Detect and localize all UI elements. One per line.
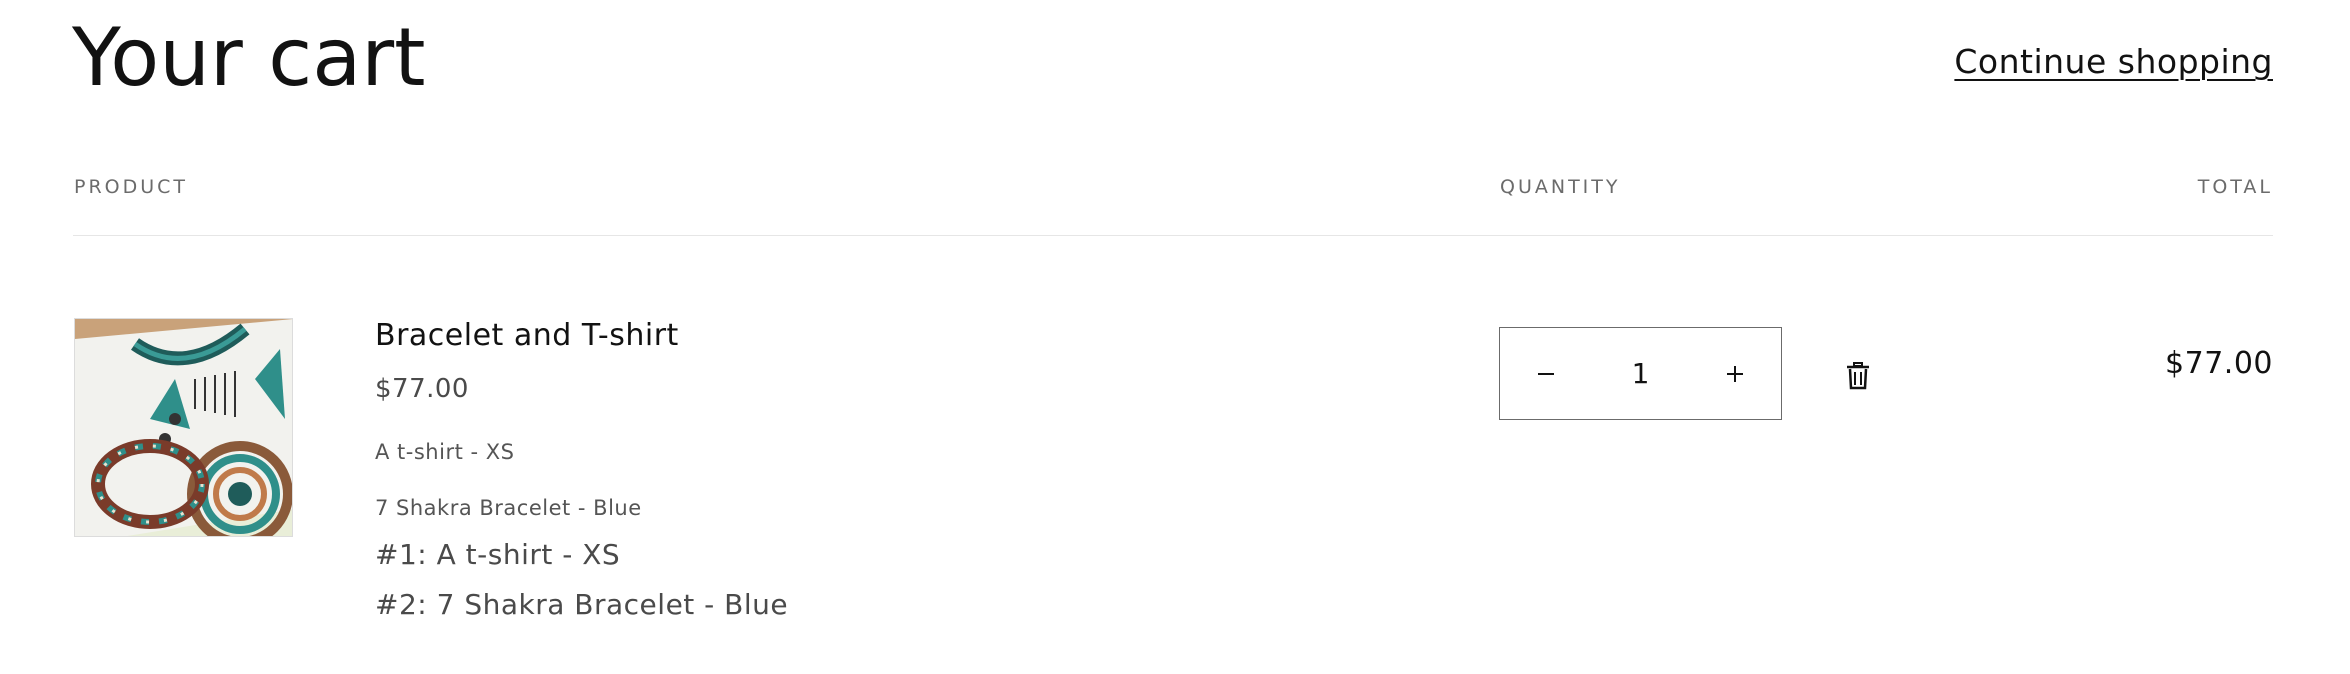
product-option: 7 Shakra Bracelet - Blue: [375, 496, 642, 520]
product-image-illustration: [75, 319, 292, 536]
bundle-line: #2: 7 Shakra Bracelet - Blue: [375, 588, 789, 621]
cart-page: Your cart Continue shopping PRODUCT QUAN…: [0, 0, 2350, 674]
product-option: A t-shirt - XS: [375, 440, 515, 464]
column-header-product: PRODUCT: [74, 176, 189, 198]
product-thumbnail[interactable]: [74, 318, 293, 537]
plus-icon: [1727, 365, 1743, 382]
column-header-quantity: QUANTITY: [1500, 176, 1621, 198]
decrease-quantity-button[interactable]: [1500, 328, 1592, 419]
trash-icon: [1847, 362, 1869, 390]
quantity-stepper: [1499, 327, 1782, 420]
remove-item-button[interactable]: [1840, 358, 1876, 394]
increase-quantity-button[interactable]: [1689, 328, 1781, 419]
bundle-line: #1: A t-shirt - XS: [375, 538, 621, 571]
line-item-total: $77.00: [2165, 346, 2273, 381]
product-unit-price: $77.00: [375, 374, 469, 404]
page-title: Your cart: [72, 11, 426, 104]
minus-icon: [1538, 372, 1554, 375]
quantity-input[interactable]: [1592, 356, 1689, 391]
product-name-link[interactable]: Bracelet and T-shirt: [375, 318, 679, 353]
continue-shopping-link[interactable]: Continue shopping: [1954, 42, 2273, 81]
header-divider: [73, 235, 2273, 236]
column-header-total: TOTAL: [2197, 176, 2273, 198]
